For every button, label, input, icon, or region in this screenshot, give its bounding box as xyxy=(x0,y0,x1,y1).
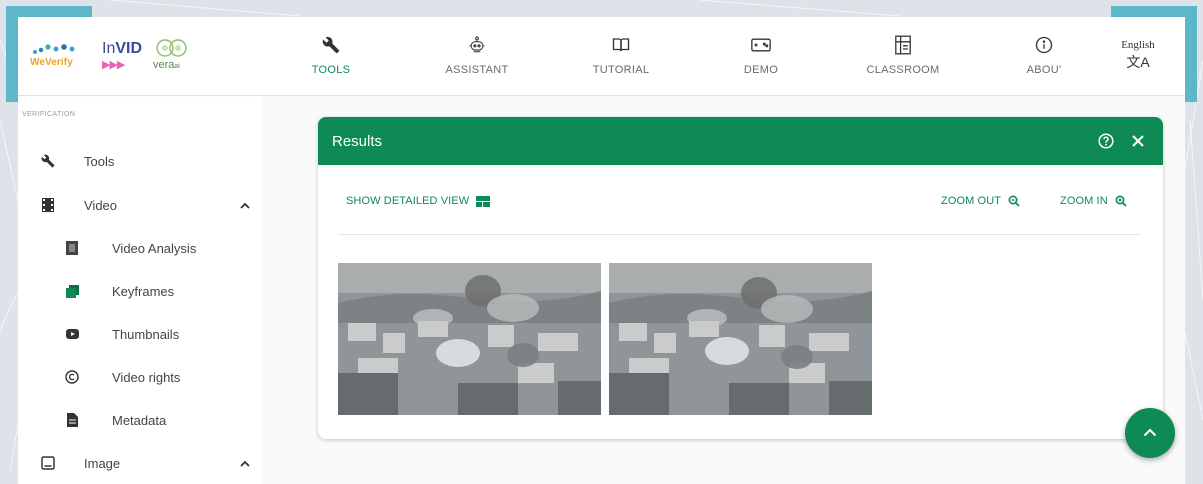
sidebar-item-thumbnails[interactable]: Thumbnails xyxy=(18,314,262,354)
translate-icon: 文A xyxy=(1126,54,1150,70)
results-header: Results xyxy=(318,117,1163,165)
zoom-in-label: ZOOM IN xyxy=(1060,195,1108,207)
chevron-up-icon[interactable] xyxy=(240,198,250,212)
weverify-dots-icon xyxy=(33,44,75,54)
robot-icon xyxy=(467,34,487,56)
top-navigation-bar: WeVerify InVID ▶▶▶ veraai TOOLS ASSISTAN… xyxy=(18,17,1185,96)
language-selector[interactable]: English 文A xyxy=(1111,39,1165,72)
nav-demo-label: DEMO xyxy=(743,64,779,76)
results-card: Results SHOW DETAILED VIEW ZOOM OUT ZOOM… xyxy=(318,117,1163,439)
zoom-out-label: ZOOM OUT xyxy=(941,195,1002,207)
results-divider xyxy=(338,234,1141,235)
nav-tutorial[interactable]: TUTORIAL xyxy=(566,17,676,96)
sidebar-item-video-analysis[interactable]: Video Analysis xyxy=(18,228,262,268)
nav-about[interactable]: ABOU' xyxy=(989,17,1099,96)
classroom-icon xyxy=(895,34,911,56)
vera-rings-icon xyxy=(156,39,187,57)
nav-assistant-label: ASSISTANT xyxy=(445,64,509,76)
sidebar-item-label: Video Analysis xyxy=(112,240,197,256)
zoom-in-button[interactable]: ZOOM IN xyxy=(1060,195,1127,207)
show-detailed-view-button[interactable]: SHOW DETAILED VIEW xyxy=(346,195,491,207)
sidebar-item-label: Tools xyxy=(84,153,115,169)
nav-tools-label: TOOLS xyxy=(311,64,351,76)
sidebar-item-keyframes[interactable]: Keyframes xyxy=(18,271,262,311)
sidebar-item-label: Metadata xyxy=(112,412,167,428)
info-icon xyxy=(1035,34,1053,56)
language-label: English xyxy=(1121,39,1155,51)
book-icon xyxy=(612,34,630,56)
youtube-icon xyxy=(64,326,80,342)
keyframe-image xyxy=(609,263,872,415)
sidebar-item-label: Video rights xyxy=(112,369,181,385)
nav-about-label: ABOU' xyxy=(1026,64,1062,76)
vera-wordmark: veraai xyxy=(153,59,180,71)
video-analysis-icon xyxy=(64,240,80,256)
sidebar-item-video-rights[interactable]: Video rights xyxy=(18,357,262,397)
chevron-up-icon xyxy=(1143,424,1157,442)
chevron-up-icon[interactable] xyxy=(240,456,250,470)
app-logo[interactable]: WeVerify InVID ▶▶▶ veraai xyxy=(28,37,198,75)
zoom-out-button[interactable]: ZOOM OUT xyxy=(941,195,1020,207)
sidebar-item-image[interactable]: Image xyxy=(18,443,262,483)
file-icon xyxy=(64,412,80,428)
show-detailed-view-label: SHOW DETAILED VIEW xyxy=(346,195,470,207)
sidebar-item-label: Thumbnails xyxy=(112,326,180,342)
close-icon[interactable] xyxy=(1128,131,1148,151)
weverify-wordmark: WeVerify xyxy=(30,57,73,68)
nav-assistant[interactable]: ASSISTANT xyxy=(422,17,532,96)
keyframe-thumbnail[interactable] xyxy=(338,263,601,415)
help-icon[interactable] xyxy=(1098,133,1114,149)
keyframe-image xyxy=(338,263,601,415)
invid-arrows-icon: ▶▶▶ xyxy=(102,59,125,71)
film-icon xyxy=(40,197,56,213)
sidebar: VERIFICATION Tools Video Video Analysis xyxy=(18,97,262,484)
keyframes-icon xyxy=(64,283,80,299)
sidebar-item-video[interactable]: Video xyxy=(18,185,262,225)
view-quilt-icon xyxy=(476,195,491,207)
zoom-in-icon xyxy=(1115,195,1127,207)
nav-classroom[interactable]: CLASSROOM xyxy=(848,17,958,96)
app-window: WeVerify InVID ▶▶▶ veraai TOOLS ASSISTAN… xyxy=(18,17,1185,484)
nav-demo[interactable]: DEMO xyxy=(706,17,816,96)
sidebar-section-label: VERIFICATION xyxy=(22,111,76,118)
sidebar-item-label: Video xyxy=(84,197,118,213)
keyframe-thumbnail[interactable] xyxy=(609,263,872,415)
scroll-to-top-button[interactable] xyxy=(1125,408,1175,458)
sidebar-item-metadata[interactable]: Metadata xyxy=(18,400,262,440)
results-title: Results xyxy=(332,132,383,150)
wrench-icon xyxy=(322,34,340,56)
nav-tools[interactable]: TOOLS xyxy=(276,17,386,96)
invid-wordmark: InVID xyxy=(102,40,143,57)
wrench-icon xyxy=(40,153,56,169)
nav-tutorial-label: TUTORIAL xyxy=(592,64,650,76)
zoom-out-icon xyxy=(1008,195,1020,207)
sidebar-item-tools[interactable]: Tools xyxy=(18,141,262,181)
sidebar-item-label: Image xyxy=(84,455,121,471)
nav-classroom-label: CLASSROOM xyxy=(866,64,940,76)
copyright-icon xyxy=(64,369,80,385)
gamepad-icon xyxy=(751,34,771,56)
image-icon xyxy=(40,455,56,471)
sidebar-item-label: Keyframes xyxy=(112,283,175,299)
